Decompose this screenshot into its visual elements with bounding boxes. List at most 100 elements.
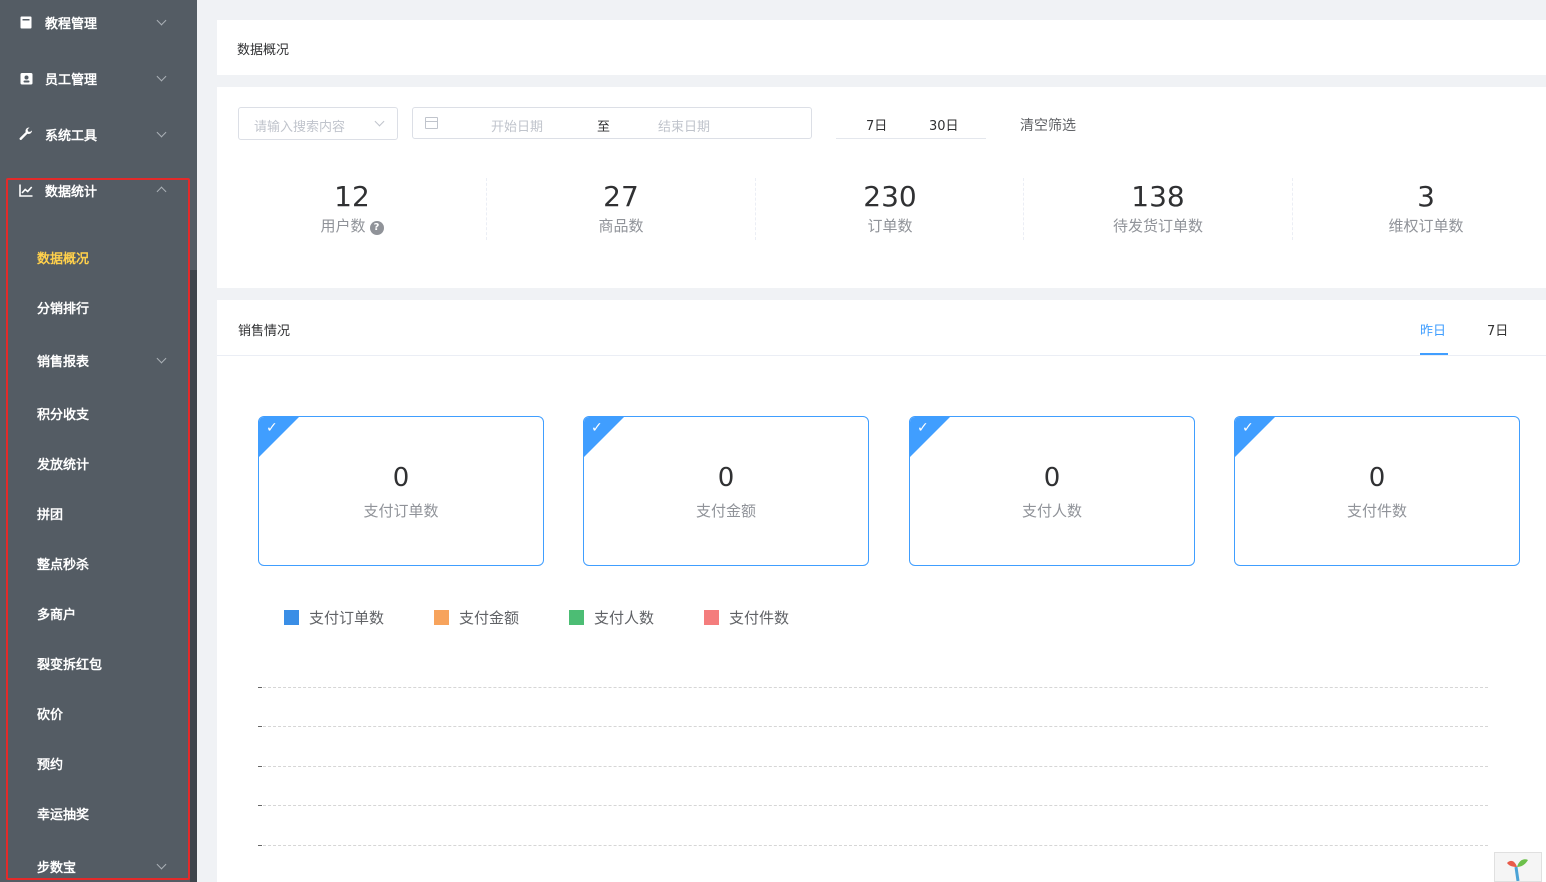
legend-label: 支付订单数 bbox=[309, 608, 385, 627]
selected-corner bbox=[1235, 417, 1275, 457]
stat-orders: 230 订单数 bbox=[756, 178, 1024, 240]
chart-gridline bbox=[258, 805, 1488, 806]
legend-label: 支付人数 bbox=[594, 608, 655, 627]
check-icon: ✓ bbox=[917, 420, 929, 436]
metric-label: 支付人数 bbox=[1021, 502, 1082, 520]
chevron-down-icon bbox=[156, 127, 167, 137]
chevron-down-icon bbox=[156, 15, 167, 25]
legend-paid-amount[interactable]: 支付金额 bbox=[434, 607, 519, 627]
menu-label: 员工管理 bbox=[45, 72, 98, 88]
submenu-data-overview[interactable]: 数据概况 bbox=[0, 237, 190, 277]
legend-paid-items[interactable]: 支付件数 bbox=[704, 607, 789, 627]
submenu-sales-report[interactable]: 销售报表 bbox=[0, 340, 190, 380]
chart-tick bbox=[258, 845, 262, 846]
leaf-logo-icon bbox=[1507, 859, 1528, 882]
menu-staff-management[interactable]: 员工管理 bbox=[0, 50, 190, 106]
search-select[interactable]: 请输入搜索内容 bbox=[238, 107, 398, 140]
calendar-icon bbox=[425, 117, 438, 129]
submenu-issuance-stats[interactable]: 发放统计 bbox=[0, 443, 190, 483]
chart-gridline bbox=[258, 845, 1488, 846]
submenu-group-buy[interactable]: 拼团 bbox=[0, 493, 190, 533]
stat-label: 商品数 bbox=[598, 217, 644, 235]
tab-yesterday[interactable]: 昨日 bbox=[1420, 320, 1446, 339]
stat-users: 12 用户数? bbox=[218, 178, 486, 240]
range-separator: 至 bbox=[597, 120, 611, 135]
submenu-lucky-draw[interactable]: 幸运抽奖 bbox=[0, 793, 190, 833]
sidebar: 教程管理 员工管理 系统工具 数据统计 数据概况 分销排行 销售报表 积分收支 … bbox=[0, 0, 197, 882]
stat-dispute-orders: 3 维权订单数 bbox=[1292, 178, 1546, 240]
metric-card-paid-orders[interactable]: ✓ 0 支付订单数 bbox=[258, 416, 544, 566]
start-date-input[interactable]: 开始日期 bbox=[491, 116, 543, 135]
tab-7-days[interactable]: 7日 bbox=[866, 115, 887, 134]
menu-label: 数据统计 bbox=[45, 184, 98, 200]
submenu-fission-red-packet[interactable]: 裂变拆红包 bbox=[0, 643, 190, 683]
submenu-booking[interactable]: 预约 bbox=[0, 743, 190, 783]
chevron-down-icon bbox=[156, 71, 167, 81]
metric-label: 支付件数 bbox=[1346, 502, 1407, 520]
metric-value: 0 bbox=[1043, 463, 1061, 493]
metric-card-paid-items[interactable]: ✓ 0 支付件数 bbox=[1234, 416, 1520, 566]
tab-30-days[interactable]: 30日 bbox=[929, 115, 959, 134]
menu-course-management[interactable]: 教程管理 bbox=[0, 0, 190, 50]
selected-corner bbox=[910, 417, 950, 457]
stat-value: 27 bbox=[603, 180, 639, 213]
selected-corner bbox=[584, 417, 624, 457]
submenu-flash-sale[interactable]: 整点秒杀 bbox=[0, 543, 190, 583]
metric-label: 支付订单数 bbox=[363, 502, 439, 520]
legend-label: 支付件数 bbox=[729, 608, 790, 627]
page-header: 数据概况 bbox=[217, 20, 1546, 75]
legend-paying-users[interactable]: 支付人数 bbox=[569, 607, 654, 627]
sales-title: 销售情况 bbox=[238, 324, 291, 339]
chevron-down-icon bbox=[156, 859, 167, 869]
menu-label: 系统工具 bbox=[45, 128, 98, 144]
submenu-multi-merchant[interactable]: 多商户 bbox=[0, 593, 190, 633]
menu-data-statistics[interactable]: 数据统计 bbox=[0, 162, 190, 218]
submenu-label: 裂变拆红包 bbox=[37, 657, 103, 673]
submenu-points-ledger[interactable]: 积分收支 bbox=[0, 393, 190, 433]
submenu-label: 分销排行 bbox=[37, 301, 90, 317]
corner-logo bbox=[1494, 852, 1542, 882]
sales-header-divider bbox=[217, 355, 1546, 356]
metric-value: 0 bbox=[1368, 463, 1386, 493]
chart-tick bbox=[258, 687, 262, 688]
metric-label: 支付金额 bbox=[695, 502, 756, 520]
legend-swatch bbox=[569, 609, 584, 625]
metric-value: 0 bbox=[717, 463, 735, 493]
clear-filters-button[interactable]: 清空筛选 bbox=[1020, 115, 1076, 135]
legend-swatch bbox=[704, 609, 719, 625]
check-icon: ✓ bbox=[266, 420, 278, 436]
quick-range-tabs: 7日 30日 bbox=[836, 107, 986, 139]
end-date-input[interactable]: 结束日期 bbox=[658, 116, 710, 135]
check-icon: ✓ bbox=[1242, 420, 1254, 436]
submenu-bargain[interactable]: 砍价 bbox=[0, 693, 190, 733]
submenu-step-treasure[interactable]: 步数宝 bbox=[0, 846, 190, 882]
submenu-label: 发放统计 bbox=[37, 457, 90, 473]
submenu-label: 销售报表 bbox=[37, 354, 90, 370]
sidebar-scrollbar[interactable] bbox=[190, 270, 197, 882]
chart-tick bbox=[258, 726, 262, 727]
stat-value: 230 bbox=[863, 180, 917, 213]
stat-label: 维权订单数 bbox=[1388, 217, 1464, 235]
chart-tick bbox=[258, 805, 262, 806]
tab-7-days[interactable]: 7日 bbox=[1487, 320, 1508, 339]
submenu-label: 数据概况 bbox=[37, 251, 90, 267]
date-range-picker[interactable]: 开始日期 至 结束日期 bbox=[412, 107, 812, 139]
metric-value: 0 bbox=[392, 463, 410, 493]
metric-card-paid-amount[interactable]: ✓ 0 支付金额 bbox=[583, 416, 869, 566]
legend-label: 支付金额 bbox=[459, 608, 520, 627]
submenu-label: 预约 bbox=[37, 757, 64, 773]
legend-paid-orders[interactable]: 支付订单数 bbox=[284, 607, 384, 627]
submenu-label: 步数宝 bbox=[37, 860, 77, 876]
stat-label-row: 用户数? bbox=[218, 216, 486, 236]
submenu-label: 砍价 bbox=[37, 707, 64, 723]
submenu-distribution-ranking[interactable]: 分销排行 bbox=[0, 287, 190, 327]
submenu-label: 整点秒杀 bbox=[37, 557, 90, 573]
search-placeholder: 请输入搜索内容 bbox=[254, 120, 346, 135]
chart-gridline bbox=[258, 687, 1488, 688]
legend-swatch bbox=[434, 609, 449, 625]
menu-system-tools[interactable]: 系统工具 bbox=[0, 106, 190, 162]
metric-card-paying-users[interactable]: ✓ 0 支付人数 bbox=[909, 416, 1195, 566]
help-icon[interactable]: ? bbox=[369, 221, 384, 235]
stat-label: 订单数 bbox=[867, 217, 913, 235]
sales-card: 销售情况 bbox=[217, 300, 1546, 882]
